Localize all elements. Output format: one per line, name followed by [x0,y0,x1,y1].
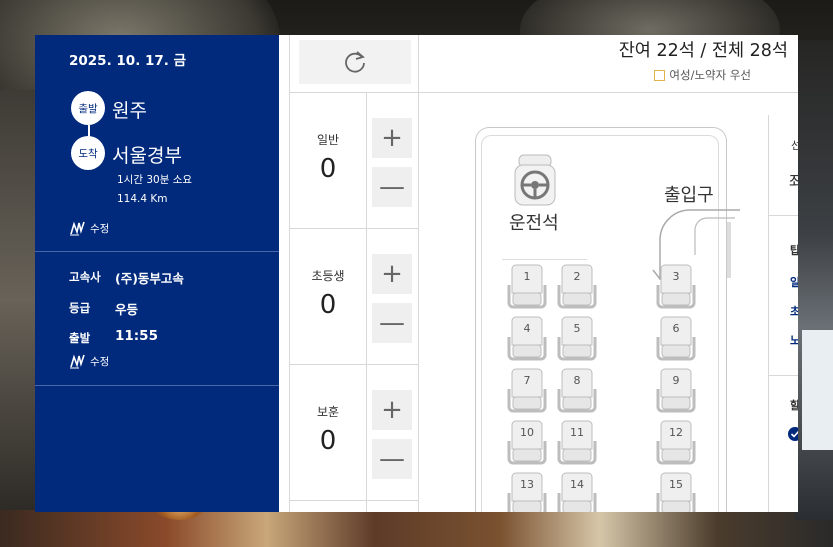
edit-bus-button[interactable]: 수정 [69,353,109,369]
edit-bus-label: 수정 [90,355,110,368]
row-divider [768,375,798,376]
seat[interactable]: 6 [655,315,697,363]
passenger-count: 0 [319,426,337,456]
right-panel-text: 할 [790,399,798,412]
seat-number: 2 [573,270,581,283]
seat-number: 9 [672,374,680,387]
divider [35,385,279,386]
edit-pen-icon [70,354,85,369]
increase-veteran-button[interactable]: + [372,390,412,430]
seat[interactable]: 7 [506,367,548,415]
seat-number: 4 [523,322,531,335]
legend-label: 여성/노약자 우선 [669,68,751,82]
seat[interactable]: 15 [655,471,697,512]
decrease-general-button[interactable]: — [372,167,412,207]
trip-duration: 1시간 30분 소요 [117,174,193,186]
passenger-veteran: 보훈 0 [290,403,366,456]
right-panel-text: 선 [791,139,798,152]
travel-date: 2025. 10. 17. 금 [69,53,187,69]
passenger-count: 0 [319,290,337,320]
edit-pen-icon [70,221,85,236]
right-panel-text: 노 [790,334,798,347]
seat[interactable]: 11 [556,419,598,467]
trip-summary-panel: 2025. 10. 17. 금 출발 원주 도착 서울경부 1시간 30분 소요… [35,35,279,512]
column-divider [768,115,769,512]
seat[interactable]: 8 [556,367,598,415]
arrive-city: 서울경부 [112,145,182,167]
seat[interactable]: 14 [556,471,598,512]
seat[interactable]: 13 [506,471,548,512]
grade-label: 등급 [69,301,91,315]
seat[interactable]: 12 [655,419,697,467]
arrive-tag: 도착 [71,136,105,170]
seat-number: 7 [523,374,531,387]
steering-wheel-icon [514,154,556,206]
priority-seat-swatch [654,69,666,81]
check-circle-icon[interactable] [788,427,798,441]
right-panel-text: 초 [790,305,798,318]
priority-legend: 여성/노약자 우선 [654,67,751,83]
row-divider [289,228,419,229]
seat[interactable]: 2 [556,263,598,311]
increase-general-button[interactable]: + [372,118,412,158]
seat-number: 14 [570,478,584,491]
right-panel-text: 탑 [790,244,798,257]
company-value: (주)동부고속 [115,271,184,286]
seat-number: 12 [669,426,683,439]
seat[interactable]: 4 [506,315,548,363]
row-divider [289,364,419,365]
column-divider [418,35,419,512]
depart-tag: 출발 [71,91,105,125]
grade-value: 우등 [115,302,139,317]
decrease-veteran-button[interactable]: — [372,439,412,479]
company-label: 고속사 [69,270,101,284]
seat[interactable]: 10 [506,419,548,467]
edit-route-label: 수정 [90,222,110,235]
refresh-button[interactable] [299,40,411,84]
depart-time-value: 11:55 [115,328,158,344]
trip-distance: 114.4 Km [117,193,168,205]
seat[interactable]: 9 [655,367,697,415]
seat-number: 6 [672,322,680,335]
seat[interactable]: 1 [506,263,548,311]
seat[interactable]: 5 [556,315,598,363]
refresh-icon [345,51,365,73]
seat-count-summary: 잔여 22석 / 전체 28석 [618,41,788,61]
seat-number: 11 [570,426,584,439]
driver-seat-label: 운전석 [509,213,559,234]
passenger-label: 일반 [316,133,340,147]
passenger-label: 초등생 [311,269,345,283]
depart-time-label: 출발 [69,331,91,345]
row-divider [289,500,419,501]
decrease-child-button[interactable]: — [372,303,412,343]
edit-route-button[interactable]: 수정 [69,220,109,236]
seat-number: 1 [523,270,531,283]
divider [35,251,279,252]
booking-window: 2025. 10. 17. 금 출발 원주 도착 서울경부 1시간 30분 소요… [35,35,798,512]
depart-city: 원주 [112,100,147,122]
passenger-label: 보훈 [316,405,340,419]
passenger-general: 일반 0 [290,131,366,184]
seat-number: 10 [520,426,534,439]
seat-number: 5 [573,322,581,335]
column-divider [366,92,367,512]
seat-number: 3 [672,270,680,283]
seat-number: 8 [573,374,581,387]
row-divider [768,215,798,216]
increase-child-button[interactable]: + [372,254,412,294]
passenger-child: 초등생 0 [290,267,366,320]
seat-number: 13 [520,478,534,491]
passenger-count: 0 [319,154,337,184]
driver-divider [502,259,587,260]
right-panel-text: 일 [790,276,798,289]
right-panel-text: 좌 [789,172,798,191]
seat[interactable]: 3 [655,263,697,311]
seat-number: 15 [669,478,683,491]
